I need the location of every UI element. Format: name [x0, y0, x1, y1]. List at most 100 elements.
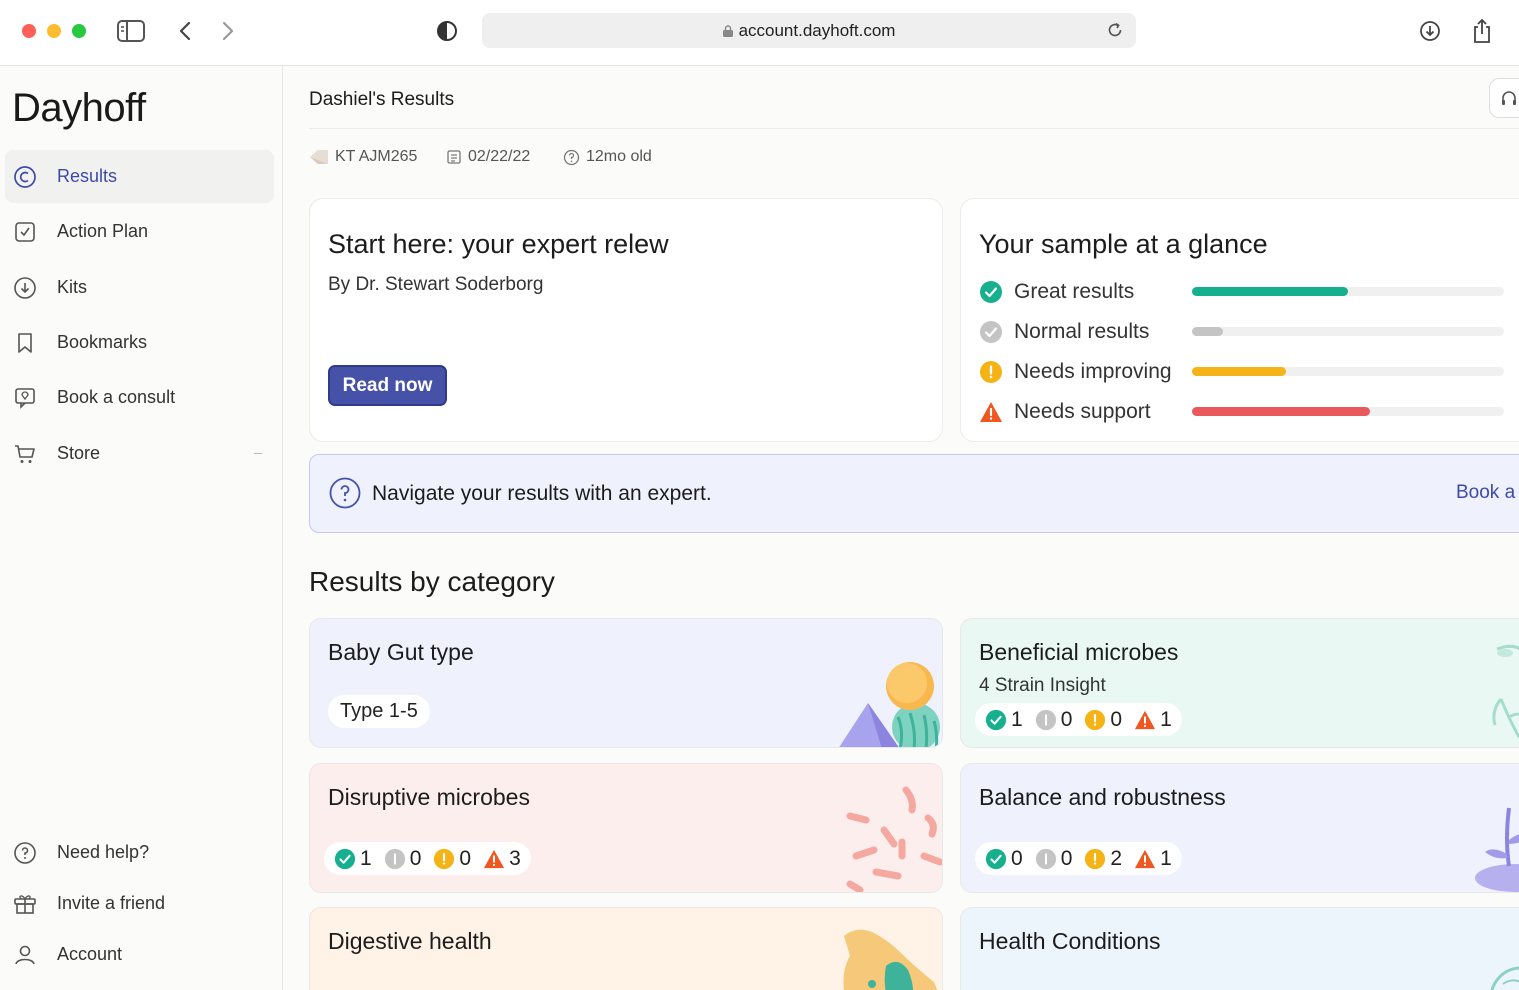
- check-circle-icon: [334, 848, 356, 869]
- normal-circle-icon: [1035, 709, 1056, 730]
- sidebar-item-book-consult[interactable]: Book a consult: [5, 371, 274, 424]
- result-counts: 0 0 2 1: [975, 842, 1182, 875]
- glance-label: Normal results: [1014, 320, 1150, 343]
- main-content: Dashiel's Results KT AJM265 02/22/22 12m…: [283, 66, 1519, 990]
- warning-triangle-icon: [980, 402, 1002, 422]
- title-divider: [309, 128, 1519, 129]
- category-card-digestive[interactable]: Digestive health: [309, 907, 943, 990]
- sample-date: 02/22/22: [446, 148, 530, 166]
- glance-bar-normal: [1192, 327, 1504, 336]
- exclamation-circle-icon: [980, 361, 1002, 383]
- store-indicator: [254, 453, 262, 454]
- headphones-button[interactable]: [1489, 78, 1519, 118]
- share-icon[interactable]: [1467, 16, 1497, 46]
- normal-check-icon: [980, 321, 1002, 343]
- kit-id: KT AJM265: [309, 148, 417, 166]
- headphones-icon: [1502, 91, 1516, 105]
- url-text: account.dayhoft.com: [738, 20, 896, 40]
- download-circle-icon: [13, 276, 37, 300]
- glance-label: Needs support: [1014, 400, 1151, 423]
- reload-icon[interactable]: [1106, 21, 1124, 39]
- glance-bar-fill: [1192, 327, 1223, 336]
- count-normal: 0: [409, 846, 422, 870]
- expert-review-card: Start here: your expert relew By Dr. Ste…: [309, 198, 943, 442]
- count-support: 1: [1160, 707, 1172, 731]
- sidebar-item-invite-friend[interactable]: Invite a friend: [5, 877, 274, 930]
- category-card-gut-type[interactable]: Baby Gut type Type 1-5: [309, 618, 943, 748]
- sample-glance-card: Your sample at a glance Great results No…: [960, 198, 1519, 442]
- glance-bar-great: [1192, 287, 1504, 296]
- expert-banner-text: Navigate your results with an expert.: [372, 482, 712, 505]
- sidebar-toggle-icon[interactable]: [116, 16, 146, 46]
- count-improving: 0: [459, 846, 472, 870]
- sidebar-item-account[interactable]: Account: [5, 928, 274, 981]
- glance-bar-fill: [1192, 367, 1286, 376]
- count-normal: 0: [1060, 707, 1073, 731]
- warning-triangle-icon: [1134, 710, 1156, 729]
- sidebar-item-action-plan[interactable]: Action Plan: [5, 205, 274, 258]
- sidebar-item-bookmarks[interactable]: Bookmarks: [5, 316, 274, 369]
- action-plan-icon: [13, 220, 37, 244]
- glance-label: Great results: [1014, 280, 1135, 303]
- cart-icon: [13, 442, 37, 466]
- glance-label: Needs improving: [1014, 360, 1172, 383]
- sidebar-item-label: Action Plan: [57, 221, 149, 241]
- help-circle-icon: [13, 841, 37, 865]
- leaf-illustration: [1492, 644, 1519, 738]
- exclamation-circle-icon: [434, 848, 455, 869]
- category-card-conditions[interactable]: Health Conditions: [960, 907, 1519, 990]
- check-circle-icon: [985, 848, 1007, 869]
- maximize-window-button[interactable]: [72, 24, 86, 38]
- address-bar[interactable]: account.dayhoft.com: [482, 13, 1136, 48]
- sidebar-item-results[interactable]: Results: [5, 150, 274, 203]
- sidebar-item-label: Kits: [57, 277, 88, 297]
- gut-type-pill: Type 1-5: [328, 695, 430, 728]
- gift-icon: [13, 892, 37, 916]
- category-card-disruptive[interactable]: Disruptive microbes 1 0 0 3: [309, 763, 943, 893]
- exclamation-circle-icon: [1085, 848, 1106, 869]
- category-title: Disruptive microbes: [328, 784, 530, 810]
- contrast-icon[interactable]: [432, 16, 462, 46]
- read-now-button[interactable]: Read now: [328, 365, 447, 406]
- glance-row-normal: Normal results: [979, 317, 1149, 347]
- sidebar-item-kits[interactable]: Kits: [5, 261, 274, 314]
- category-title: Beneficial microbes: [979, 639, 1179, 665]
- user-icon: [13, 943, 37, 967]
- browser-toolbar: account.dayhoft.com: [0, 0, 1519, 66]
- expert-banner: Navigate your results with an expert. Bo…: [309, 454, 1519, 533]
- category-card-balance[interactable]: Balance and robustness 0 0 2 1: [960, 763, 1519, 893]
- category-title: Digestive health: [328, 928, 492, 954]
- sidebar-item-store[interactable]: Store: [5, 427, 274, 480]
- lock-icon: [722, 24, 733, 37]
- book-consult-link[interactable]: Book a: [1456, 482, 1515, 504]
- count-great: 0: [1011, 846, 1023, 870]
- count-normal: 0: [1060, 846, 1073, 870]
- glance-row-improving: Needs improving: [979, 357, 1172, 387]
- category-card-beneficial[interactable]: Beneficial microbes 4 Strain Insight 1 0…: [960, 618, 1519, 748]
- help-circle-icon: [329, 477, 361, 509]
- sidebar-item-label: Need help?: [57, 842, 150, 862]
- sample-date-text: 02/22/22: [468, 148, 531, 165]
- close-window-button[interactable]: [22, 24, 36, 38]
- kit-id-text: KT AJM265: [335, 148, 418, 165]
- back-arrow-icon[interactable]: [170, 16, 200, 46]
- count-improving: 0: [1110, 707, 1123, 731]
- forward-arrow-icon[interactable]: [213, 16, 243, 46]
- check-circle-icon: [980, 281, 1002, 303]
- category-title: Baby Gut type: [328, 639, 474, 665]
- check-circle-icon: [985, 709, 1007, 730]
- count-great: 1: [360, 846, 372, 870]
- sidebar: Dayhoff Results Action Plan Kits Bookmar…: [0, 66, 283, 990]
- download-icon[interactable]: [1415, 16, 1445, 46]
- sidebar-item-label: Invite a friend: [57, 893, 166, 913]
- sidebar-item-need-help[interactable]: Need help?: [5, 826, 274, 879]
- microbes-illustration: [846, 786, 942, 892]
- minimize-window-button[interactable]: [47, 24, 61, 38]
- child-age: 12mo old: [563, 148, 652, 166]
- glance-bar-fill: [1192, 407, 1370, 416]
- result-counts: 1 0 0 1: [975, 703, 1182, 736]
- plant-illustration: [1475, 807, 1519, 892]
- bookmark-icon: [13, 331, 37, 355]
- app-logo[interactable]: Dayhoff: [12, 86, 146, 131]
- results-by-category-title: Results by category: [309, 566, 555, 597]
